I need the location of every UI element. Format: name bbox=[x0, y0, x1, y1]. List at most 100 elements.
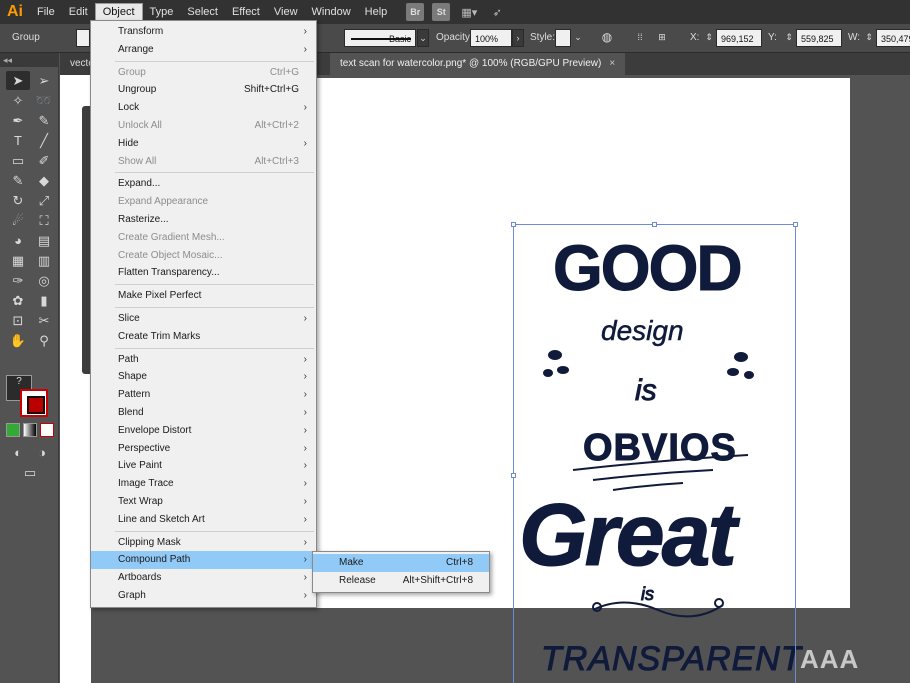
menu-item-lock[interactable]: Lock › bbox=[91, 99, 316, 117]
screen-mode-icon[interactable]: ▭ bbox=[18, 463, 42, 482]
menu-item-shape[interactable]: Shape › bbox=[91, 368, 316, 386]
color-mode-icon[interactable] bbox=[6, 423, 20, 437]
draw-behind-icon[interactable]: ◑ bbox=[30, 443, 54, 462]
submenu-arrow-icon: › bbox=[303, 371, 307, 383]
menu-item-pattern[interactable]: Pattern › bbox=[91, 386, 316, 404]
warp-tool-icon[interactable]: ☄ bbox=[6, 211, 30, 230]
blend-tool-icon[interactable]: ◎ bbox=[32, 271, 56, 290]
menu-item-make-pixel-perfect[interactable]: Make Pixel Perfect bbox=[91, 287, 316, 305]
bridge-button[interactable]: Br bbox=[406, 3, 425, 21]
shaper-tool-icon[interactable]: ✎ bbox=[6, 171, 30, 190]
menu-item-perspective[interactable]: Perspective › bbox=[91, 440, 316, 458]
menu-item-shortcut: Ctrl+8 bbox=[446, 557, 473, 568]
menu-item-artboards[interactable]: Artboards › bbox=[91, 569, 316, 587]
submenu-item-release[interactable]: Release Alt+Shift+Ctrl+8 bbox=[313, 572, 489, 590]
menu-separator bbox=[115, 306, 314, 308]
recolor-globe-icon[interactable]: ◍ bbox=[598, 29, 616, 47]
fill-swatch[interactable] bbox=[76, 29, 90, 47]
curvature-tool-icon[interactable]: ✎ bbox=[32, 111, 56, 130]
y-stepper-icon[interactable]: ⇕ bbox=[784, 29, 794, 47]
paintbrush-tool-icon[interactable]: ✐ bbox=[32, 151, 56, 170]
w-stepper-icon[interactable]: ⇕ bbox=[864, 29, 874, 47]
symbol-sprayer-tool-icon[interactable]: ✿ bbox=[6, 291, 30, 310]
column-graph-tool-icon[interactable]: ▮ bbox=[32, 291, 56, 310]
sync-send-icon[interactable]: ➶ bbox=[488, 3, 506, 21]
align-icon[interactable]: ⁞⁞ bbox=[633, 29, 647, 47]
menu-item-text-wrap[interactable]: Text Wrap › bbox=[91, 493, 316, 511]
gradient-mode-icon[interactable] bbox=[23, 423, 37, 437]
menu-item-envelope-distort[interactable]: Envelope Distort › bbox=[91, 422, 316, 440]
eraser-tool-icon[interactable]: ◆ bbox=[32, 171, 56, 190]
menu-file[interactable]: File bbox=[30, 0, 62, 24]
mesh-tool-icon[interactable]: ▦ bbox=[6, 251, 30, 270]
menu-item-line-and-sketch-art[interactable]: Line and Sketch Art › bbox=[91, 511, 316, 529]
menu-item-slice[interactable]: Slice › bbox=[91, 310, 316, 328]
opacity-input[interactable]: 100% bbox=[470, 29, 512, 47]
x-stepper-icon[interactable]: ⇕ bbox=[704, 29, 714, 47]
menu-item-graph[interactable]: Graph › bbox=[91, 587, 316, 605]
menu-item-live-paint[interactable]: Live Paint › bbox=[91, 457, 316, 475]
menu-item-hide[interactable]: Hide › bbox=[91, 135, 316, 153]
slice-tool-icon[interactable]: ✂ bbox=[32, 311, 56, 330]
menu-item-create-trim-marks[interactable]: Create Trim Marks bbox=[91, 328, 316, 346]
shape-builder-tool-icon[interactable]: ◕ bbox=[6, 231, 30, 250]
menu-item-expand[interactable]: Expand... bbox=[91, 175, 316, 193]
rotate-tool-icon[interactable]: ↻ bbox=[6, 191, 30, 210]
pen-tool-icon[interactable]: ✒ bbox=[6, 111, 30, 130]
line-tool-icon[interactable]: ╱ bbox=[32, 131, 56, 150]
submenu-arrow-icon: › bbox=[303, 137, 307, 149]
toolbar-collapse-icon[interactable]: ◂◂ bbox=[0, 53, 58, 67]
zoom-tool-icon[interactable]: ⚲ bbox=[32, 331, 56, 350]
stroke-style-dropdown[interactable]: Basic bbox=[344, 29, 416, 47]
direct-selection-tool-icon[interactable]: ➢ bbox=[32, 71, 56, 90]
stock-button[interactable]: St bbox=[432, 3, 451, 21]
perspective-grid-tool-icon[interactable]: ▤ bbox=[32, 231, 56, 250]
menu-item-blend[interactable]: Blend › bbox=[91, 404, 316, 422]
fill-stroke-control[interactable]: ? bbox=[4, 375, 56, 423]
selection-tool-icon[interactable]: ➤ bbox=[6, 71, 30, 90]
menu-item-arrange[interactable]: Arrange › bbox=[91, 41, 316, 59]
free-transform-tool-icon[interactable]: ⛶ bbox=[32, 211, 56, 230]
hand-tool-icon[interactable]: ✋ bbox=[6, 331, 30, 350]
menu-item-clipping-mask[interactable]: Clipping Mask › bbox=[91, 534, 316, 552]
x-input[interactable]: 969,152 pt bbox=[716, 29, 762, 62]
menu-help[interactable]: Help bbox=[358, 0, 395, 24]
object-menu-dropdown: Transform › Arrange › Group Ctrl+G Ungroup Shif… bbox=[90, 20, 317, 608]
menu-item-transform[interactable]: Transform › bbox=[91, 23, 316, 41]
menu-item-flatten-transparency[interactable]: Flatten Transparency... bbox=[91, 264, 316, 282]
none-mode-icon[interactable] bbox=[40, 423, 54, 437]
handle-top-left[interactable] bbox=[511, 222, 516, 227]
opacity-arrow-icon[interactable]: › bbox=[512, 29, 524, 47]
y-input[interactable]: 559,825 pt bbox=[796, 29, 842, 62]
menu-item-ungroup[interactable]: Ungroup Shift+Ctrl+G bbox=[91, 81, 316, 99]
w-input[interactable]: 350,479 bbox=[876, 29, 910, 47]
menu-item-rasterize[interactable]: Rasterize... bbox=[91, 211, 316, 229]
menu-item-compound-path[interactable]: Compound Path › bbox=[91, 551, 316, 570]
scale-tool-icon[interactable]: ⤢ bbox=[32, 191, 56, 210]
eyedropper-tool-icon[interactable]: ✑ bbox=[6, 271, 30, 290]
handle-top-center[interactable] bbox=[652, 222, 657, 227]
stroke-box[interactable] bbox=[20, 389, 48, 417]
drawing-mode-icon[interactable]: ◐ bbox=[6, 443, 30, 462]
close-tab-icon[interactable]: × bbox=[609, 58, 615, 69]
selection-bounding-box[interactable] bbox=[511, 222, 798, 683]
menu-object[interactable]: Object bbox=[94, 3, 143, 21]
transform-icon[interactable]: ⊞ bbox=[655, 29, 669, 47]
tab-text-scan[interactable]: text scan for watercolor.png* @ 100% (RG… bbox=[330, 53, 626, 75]
handle-middle-left[interactable] bbox=[511, 473, 516, 478]
handle-top-right[interactable] bbox=[793, 222, 798, 227]
workspace-grid-icon[interactable]: ▦▾ bbox=[460, 3, 478, 21]
style-chevron-icon[interactable]: ⌄ bbox=[573, 29, 583, 47]
submenu-item-make[interactable]: Make Ctrl+8 bbox=[313, 554, 489, 572]
menu-item-image-trace[interactable]: Image Trace › bbox=[91, 475, 316, 493]
style-swatch[interactable] bbox=[555, 29, 571, 47]
gradient-tool-icon[interactable]: ▥ bbox=[32, 251, 56, 270]
menu-item-label: Create Gradient Mesh... bbox=[118, 231, 225, 243]
type-tool-icon[interactable]: T bbox=[6, 131, 30, 150]
stroke-style-chevron-icon[interactable]: ⌄ bbox=[417, 29, 429, 47]
rectangle-tool-icon[interactable]: ▭ bbox=[6, 151, 30, 170]
lasso-tool-icon[interactable]: ➿ bbox=[32, 91, 56, 110]
menu-item-path[interactable]: Path › bbox=[91, 351, 316, 369]
artboard-tool-icon[interactable]: ⊡ bbox=[6, 311, 30, 330]
magic-wand-tool-icon[interactable]: ✧ bbox=[6, 91, 30, 110]
